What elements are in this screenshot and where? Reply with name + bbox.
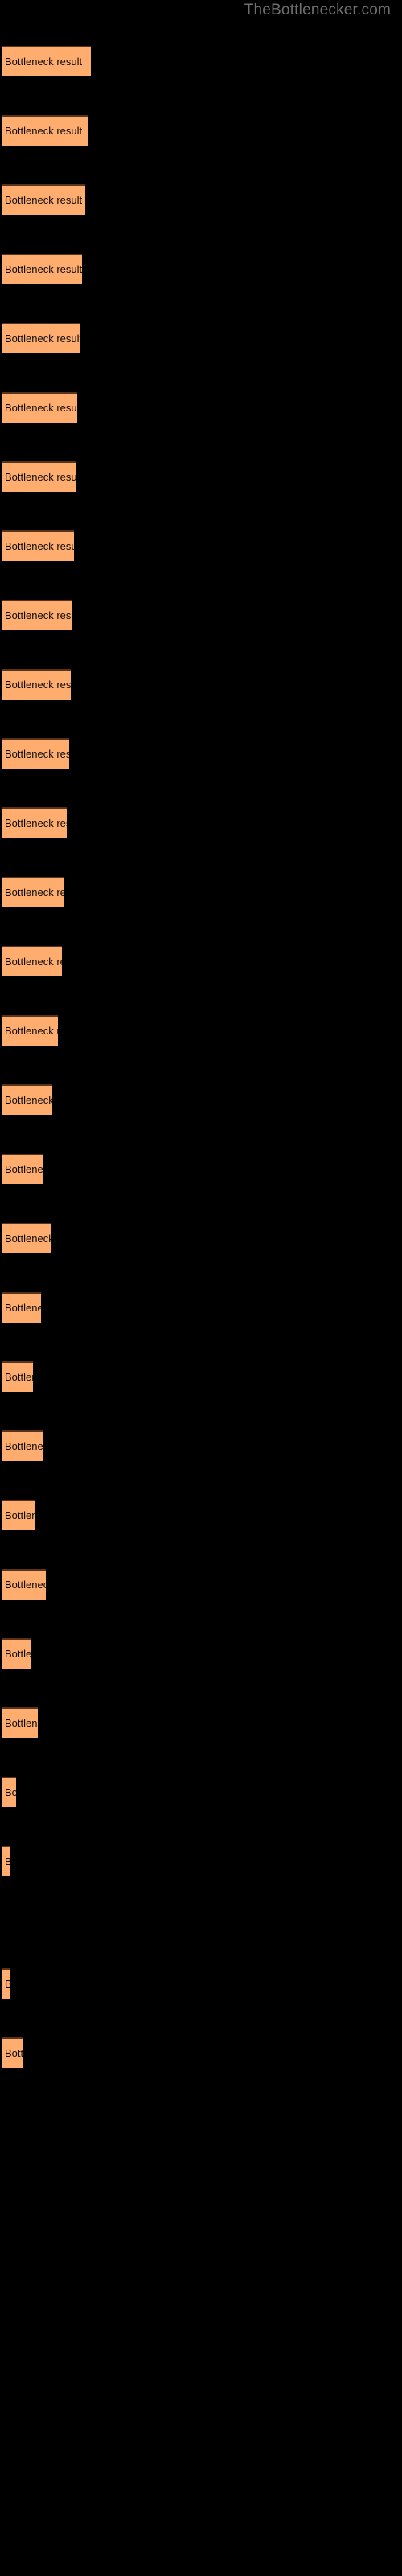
bar-label: Bottleneck result: [5, 1440, 43, 1452]
bar[interactable]: Bottleneck result: [2, 877, 64, 907]
bar-label: Bottleneck result: [5, 540, 74, 552]
bar-row: Bottleneck result: [0, 184, 402, 217]
bar-row: Bottleneck result: [0, 738, 402, 770]
bar-list: Bottleneck result Bottleneck result Bottle…: [0, 0, 402, 2576]
bar-row: Bottleneck result: [0, 1015, 402, 1047]
bar-row: Bottleneck result: [0, 1292, 402, 1324]
bar[interactable]: Bottleneck result: [2, 807, 67, 838]
bar-row: Bottleneck result: [0, 807, 402, 840]
bar[interactable]: Bottleneck result: [2, 600, 72, 630]
bar-label: Bottleneck result: [5, 1371, 33, 1383]
bar-row: Bottleneck result: [0, 1361, 402, 1393]
bar-label: Bottleneck result: [5, 332, 80, 345]
bar[interactable]: Bottleneck result: [2, 1015, 58, 1046]
bar-label: Bottleneck result: [5, 609, 72, 621]
bar[interactable]: Bottleneck result: [2, 1154, 43, 1184]
bar[interactable]: Bottleneck result: [2, 669, 71, 700]
bar[interactable]: Bottleneck result: [2, 738, 69, 769]
bar-label: Bottleneck result: [5, 1232, 51, 1245]
bar-label: Bottleneck result: [5, 125, 83, 137]
bar-label: Bottleneck result: [5, 263, 82, 275]
bar-label: Bottleneck result: [5, 1579, 46, 1591]
bar-row: Bottleneck result: [0, 392, 402, 424]
bar-row: Bottleneck result: [0, 1430, 402, 1463]
bar-row: Bottleneck result: [0, 877, 402, 909]
bar-label: Bottleneck result: [5, 1648, 31, 1660]
bar-row: Bottleneck result: [0, 1154, 402, 1186]
bar[interactable]: Bottleneck result: [2, 323, 80, 353]
bar[interactable]: Bottleneck result: [2, 1292, 41, 1323]
bar-label: Bottleneck result: [5, 471, 76, 483]
bar-label: Bottleneck result: [5, 1302, 41, 1314]
bar[interactable]: Bottleneck result: [2, 2037, 23, 2068]
bar-row: Bottleneck result: [0, 1500, 402, 1532]
bar-label: Bottleneck result: [5, 886, 64, 898]
bar-row: Bottleneck result: [0, 254, 402, 286]
bar[interactable]: Bottleneck result: [2, 1638, 31, 1669]
bar-row: Bottleneck result: [0, 669, 402, 701]
bar-row: Bottleneck result: [0, 1638, 402, 1670]
bar-row: Bottleneck result: [0, 2037, 402, 2070]
bar-label: Bottleneck result: [5, 679, 71, 691]
bar-row: Bottleneck result: [0, 530, 402, 563]
bar[interactable]: Bottleneck result: [2, 115, 88, 146]
bar-label: Bottleneck result: [5, 1717, 38, 1729]
bar[interactable]: Bottleneck result: [2, 1968, 10, 1999]
bar-label: Bottleneck result: [5, 817, 67, 829]
bar-label: Bottleneck result: [5, 1509, 35, 1521]
bar-label: Bottleneck result: [5, 1970, 10, 1999]
bar-row: Bottleneck result: [0, 115, 402, 147]
bar-row: Bottleneck result: [0, 1968, 402, 2000]
bar-label: Bottleneck result: [5, 1847, 10, 1876]
bar-row: Bottleneck result: [0, 600, 402, 632]
bar[interactable]: Bottleneck result: [2, 1361, 33, 1392]
bar[interactable]: Bottleneck result: [2, 1569, 46, 1600]
bar[interactable]: Bottleneck result: [2, 184, 85, 215]
bar-row: Bottleneck result: [0, 1084, 402, 1117]
bar-label: Bottleneck result: [5, 1163, 43, 1175]
bar-row: Bottleneck result: [0, 323, 402, 355]
bar-row: Bottleneck result: [0, 1777, 402, 1809]
bar-row: Bottleneck result: [0, 1915, 402, 1947]
bar-row: Bottleneck result: [0, 1569, 402, 1601]
bar-label: Bottleneck result: [5, 56, 83, 68]
bar-label: Bottleneck result: [5, 194, 83, 206]
bar[interactable]: Bottleneck result: [2, 530, 74, 561]
bar[interactable]: Bottleneck result: [2, 46, 91, 76]
bar-row: Bottleneck result: [0, 1223, 402, 1255]
bar[interactable]: Bottleneck result: [2, 1777, 16, 1807]
bar-label: Bottleneck result: [5, 1786, 16, 1798]
bar[interactable]: Bottleneck result: [2, 1707, 38, 1738]
bar[interactable]: Bottleneck result: [2, 461, 76, 492]
bar-row: Bottleneck result: [0, 1846, 402, 1878]
bar-label: Bottleneck result: [5, 1025, 58, 1037]
bar[interactable]: Bottleneck result: [2, 1846, 10, 1876]
bar[interactable]: Bottleneck result: [2, 254, 82, 284]
bar-row: Bottleneck result: [0, 946, 402, 978]
bar[interactable]: Bottleneck result: [2, 1084, 52, 1115]
bar-row: Bottleneck result: [0, 461, 402, 493]
bar-label: Bottleneck result: [5, 956, 62, 968]
bar[interactable]: Bottleneck result: [2, 1223, 51, 1253]
bar-label: Bottleneck result: [5, 402, 77, 414]
bar-label: Bottleneck result: [5, 2047, 23, 2059]
bottleneck-chart: TheBottlenecker.com Bottleneck result Bot…: [0, 0, 402, 2576]
bar-row: Bottleneck result: [0, 46, 402, 78]
bar-label: Bottleneck result: [5, 748, 69, 760]
bar[interactable]: Bottleneck result: [2, 946, 62, 976]
bar-label: Bottleneck result: [5, 1094, 52, 1106]
bar-row: Bottleneck result: [0, 1707, 402, 1740]
bar[interactable]: Bottleneck result: [2, 1500, 35, 1530]
bar[interactable]: Bottleneck result: [2, 392, 77, 423]
bar[interactable]: Bottleneck result: [2, 1430, 43, 1461]
